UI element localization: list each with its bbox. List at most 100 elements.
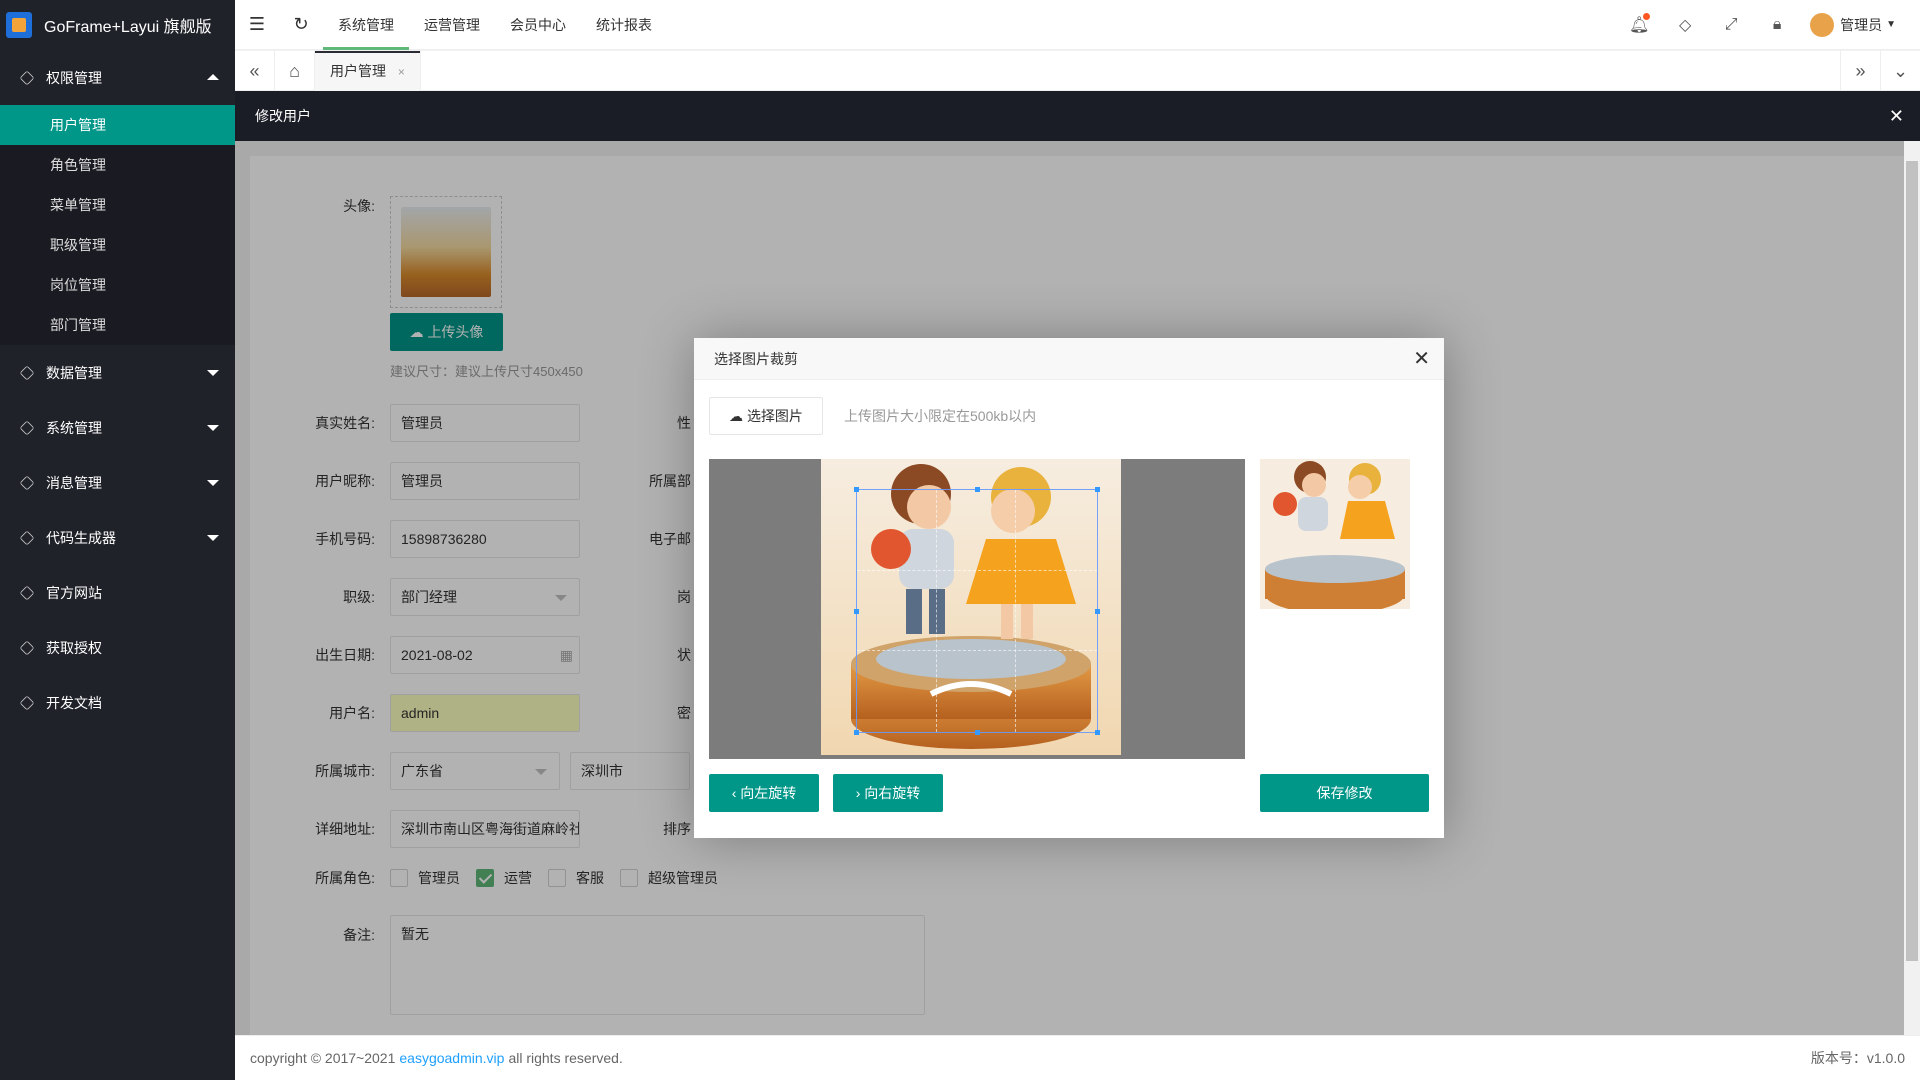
menu-group-system[interactable]: 系统管理	[0, 400, 235, 455]
close-icon[interactable]: ✕	[1413, 338, 1430, 380]
caret-down-icon: ▼	[1886, 19, 1896, 30]
cube-icon	[19, 585, 35, 600]
preview-image	[1260, 459, 1410, 609]
scrollbar-thumb[interactable]	[1906, 161, 1918, 961]
sidebar-item-user[interactable]: 用户管理	[0, 105, 235, 145]
cube-icon	[19, 695, 35, 710]
menu-group-permission[interactable]: 权限管理	[0, 50, 235, 105]
sidebar-item-role[interactable]: 角色管理	[0, 145, 235, 185]
crop-preview	[1260, 459, 1410, 609]
crop-handle[interactable]	[1095, 609, 1100, 614]
bell-icon[interactable]: 🔔︎	[1616, 12, 1662, 35]
upload-size-hint: 上传图片大小限定在500kb以内	[844, 408, 1037, 424]
logo-icon	[6, 12, 32, 38]
menu-group-label: 消息管理	[46, 474, 102, 491]
dialog-header: 选择图片裁剪 ✕	[694, 338, 1444, 380]
tabs-scroll-left-icon[interactable]: «	[235, 50, 275, 91]
home-icon[interactable]: ⌂	[275, 50, 315, 91]
topnav-report[interactable]: 统计报表	[581, 0, 667, 50]
topnav-operation[interactable]: 运营管理	[409, 0, 495, 50]
menu-group-codegen[interactable]: 代码生成器	[0, 510, 235, 565]
crop-canvas[interactable]	[709, 459, 1245, 759]
lock-icon[interactable]: 🔒︎	[1754, 16, 1800, 34]
dialog-title: 选择图片裁剪	[714, 351, 798, 367]
rotate-right-button[interactable]: › 向右旋转	[833, 774, 943, 812]
crop-handle[interactable]	[854, 730, 859, 735]
chevron-left-icon: ‹	[731, 785, 737, 801]
menu-group-label: 权限管理	[46, 69, 102, 86]
crop-selection-box[interactable]	[854, 487, 1100, 735]
sidebar-item-level[interactable]: 职级管理	[0, 225, 235, 265]
choose-image-label: 选择图片	[746, 408, 803, 424]
menu-group-label: 官方网站	[46, 584, 102, 601]
cloud-upload-icon: ☁	[729, 408, 744, 424]
app-title: GoFrame+Layui 旗舰版	[44, 19, 212, 36]
save-button[interactable]: 保存修改	[1260, 774, 1429, 812]
menu-group-data[interactable]: 数据管理	[0, 345, 235, 400]
refresh-icon[interactable]: ↻	[279, 14, 323, 35]
tab-label: 用户管理	[330, 62, 386, 79]
menu-dev-docs[interactable]: 开发文档	[0, 675, 235, 730]
crop-handle[interactable]	[1095, 730, 1100, 735]
site-link[interactable]: easygoadmin.vip	[399, 1050, 504, 1066]
tools-icon	[19, 640, 35, 655]
crop-handle[interactable]	[975, 730, 980, 735]
crop-handle[interactable]	[975, 487, 980, 492]
rotate-left-label: 向左旋转	[740, 785, 797, 801]
avatar	[1810, 12, 1835, 37]
menu-group-label: 系统管理	[46, 419, 102, 436]
chevron-up-icon	[207, 74, 219, 80]
crop-handle[interactable]	[1095, 487, 1100, 492]
version-text: 版本号：v1.0.0	[1810, 1050, 1905, 1066]
sidebar: GoFrame+Layui 旗舰版 权限管理 用户管理 角色管理 菜单管理 职级…	[0, 0, 235, 1080]
chevron-down-icon	[207, 535, 219, 541]
rotate-right-label: 向右旋转	[864, 785, 921, 801]
tabs-right-controls: » ⌄	[1840, 50, 1920, 91]
menu-group-label: 开发文档	[46, 694, 102, 711]
tabs-scroll-right-icon[interactable]: »	[1840, 50, 1880, 91]
tag-icon[interactable]: ◇	[1662, 15, 1708, 35]
scrollbar[interactable]	[1904, 141, 1920, 1035]
crop-handle[interactable]	[854, 487, 859, 492]
topnav-member[interactable]: 会员中心	[495, 0, 581, 50]
chevron-right-icon: ›	[855, 785, 861, 801]
menu-toggle-icon[interactable]: ☰	[235, 14, 279, 35]
cube-icon	[19, 365, 35, 380]
fullscreen-icon[interactable]: ⤢	[1708, 16, 1754, 34]
footer: copyright © 2017~2021 easygoadmin.vip al…	[235, 1035, 1920, 1080]
tab-close-icon[interactable]: ×	[398, 65, 405, 79]
rights-text: all rights reserved.	[508, 1050, 623, 1066]
top-header: ☰ ↻ 系统管理 运营管理 会员中心 统计报表 🔔︎ ◇ ⤢ 🔒︎ 管理员 ▼	[235, 0, 1920, 50]
sidebar-item-menu[interactable]: 菜单管理	[0, 185, 235, 225]
tabs-menu-icon[interactable]: ⌄	[1880, 50, 1920, 91]
topnav-system[interactable]: 系统管理	[323, 0, 409, 50]
notification-dot	[1643, 12, 1651, 20]
cube-icon	[19, 420, 35, 435]
menu-get-license[interactable]: 获取授权	[0, 620, 235, 675]
crop-dialog: 选择图片裁剪 ✕ ☁ 选择图片 上传图片大小限定在500kb以内 ‹ 向左旋转 …	[694, 338, 1444, 838]
user-name: 管理员	[1840, 16, 1883, 33]
tools-icon	[19, 475, 35, 490]
chevron-down-icon	[207, 480, 219, 486]
tabs-bar: « ⌂ 用户管理 × » ⌄	[235, 50, 1920, 91]
cube-icon	[19, 70, 35, 85]
menu-group-message[interactable]: 消息管理	[0, 455, 235, 510]
layer-header: 修改用户 ✕	[235, 91, 1920, 141]
layer-title: 修改用户	[255, 108, 311, 124]
app-logo[interactable]: GoFrame+Layui 旗舰版	[0, 0, 235, 50]
menu-group-label: 代码生成器	[46, 529, 116, 546]
user-menu[interactable]: 管理员 ▼	[1800, 12, 1920, 37]
sidebar-item-dept[interactable]: 部门管理	[0, 305, 235, 345]
menu-group-label: 获取授权	[46, 639, 102, 656]
tab-user-manage[interactable]: 用户管理 ×	[315, 50, 421, 91]
sidebar-item-post[interactable]: 岗位管理	[0, 265, 235, 305]
submenu-permission: 用户管理 角色管理 菜单管理 职级管理 岗位管理 部门管理	[0, 105, 235, 345]
menu-group-label: 数据管理	[46, 364, 102, 381]
chevron-down-icon	[207, 370, 219, 376]
rotate-left-button[interactable]: ‹ 向左旋转	[709, 774, 819, 812]
crop-handle[interactable]	[854, 609, 859, 614]
menu-official-site[interactable]: 官方网站	[0, 565, 235, 620]
choose-image-button[interactable]: ☁ 选择图片	[709, 397, 823, 435]
cube-icon	[19, 530, 35, 545]
close-icon[interactable]: ✕	[1889, 91, 1904, 141]
